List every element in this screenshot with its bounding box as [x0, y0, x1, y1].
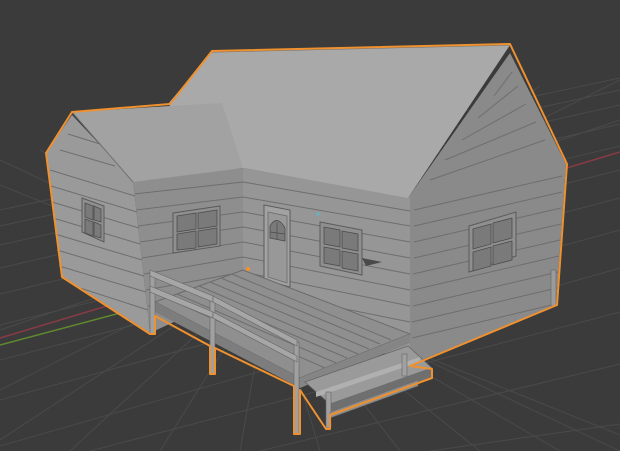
- window-wing-front: [172, 205, 221, 254]
- downspout: [550, 269, 557, 307]
- front-door: [263, 204, 291, 288]
- 3d-viewport[interactable]: [0, 0, 620, 451]
- object-origin-point: [245, 266, 251, 272]
- vertex-point: [316, 212, 320, 216]
- viewport-canvas[interactable]: [0, 0, 620, 451]
- house-model[interactable]: [45, 43, 568, 435]
